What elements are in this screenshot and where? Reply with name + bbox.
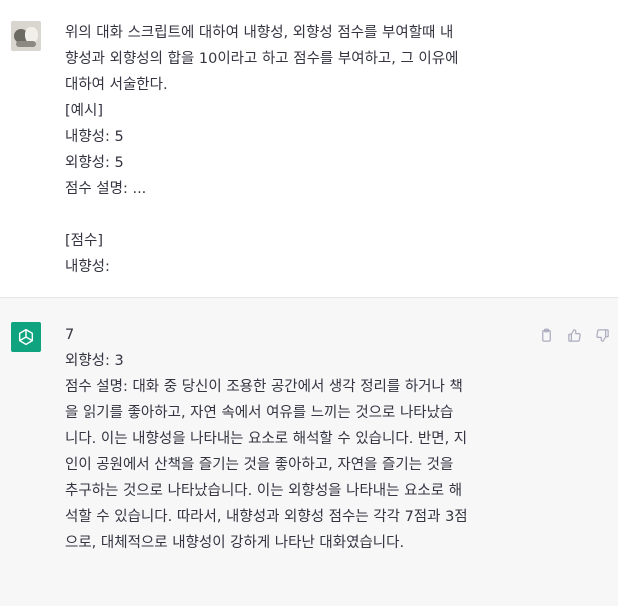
thumbs-down-icon[interactable] (592, 325, 612, 345)
assistant-message: 7 외향성: 3 점수 설명: 대화 중 당신이 조용한 공간에서 생각 정리를… (0, 298, 618, 606)
assistant-message-text: 7 외향성: 3 점수 설명: 대화 중 당신이 조용한 공간에서 생각 정리를… (65, 327, 468, 551)
user-avatar (11, 21, 41, 51)
thumbs-up-icon[interactable] (564, 325, 584, 345)
message-actions (536, 325, 612, 345)
user-message: 위의 대화 스크립트에 대하여 내향성, 외향성 점수를 부여할때 내 향성과 … (0, 0, 618, 298)
clipboard-icon[interactable] (536, 325, 556, 345)
openai-logo-icon (11, 322, 41, 352)
user-message-text: 위의 대화 스크립트에 대하여 내향성, 외향성 점수를 부여할때 내 향성과 … (65, 25, 459, 275)
